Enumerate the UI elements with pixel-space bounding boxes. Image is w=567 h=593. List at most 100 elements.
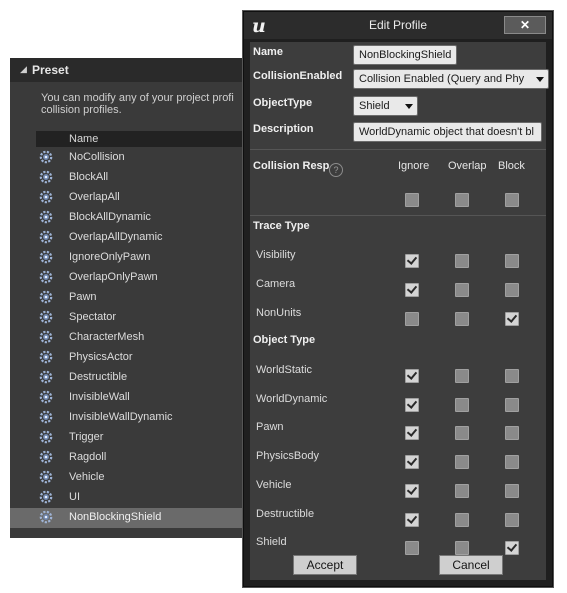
help-icon[interactable]: ? — [329, 163, 343, 177]
name-field[interactable]: NonBlockingShield — [353, 45, 457, 65]
ignore-checkbox[interactable] — [405, 369, 419, 383]
ignore-checkbox[interactable] — [405, 426, 419, 440]
preset-item-label: Destructible — [69, 371, 128, 383]
collapse-triangle-icon[interactable]: ◢ — [20, 64, 27, 75]
ignore-checkbox[interactable] — [405, 455, 419, 469]
overlap-checkbox[interactable] — [455, 513, 469, 527]
ignore-checkbox[interactable] — [405, 513, 419, 527]
chevron-down-icon — [405, 104, 413, 109]
preset-list-item[interactable]: Vehicle — [10, 468, 246, 488]
gear-icon — [39, 470, 53, 484]
block-checkbox[interactable] — [505, 541, 519, 555]
ignore-checkbox[interactable] — [405, 484, 419, 498]
preset-list-item[interactable]: BlockAll — [10, 168, 246, 188]
preset-list-item[interactable]: CharacterMesh — [10, 328, 246, 348]
ignore-checkbox[interactable] — [405, 283, 419, 297]
object-row-label: Destructible — [256, 508, 315, 520]
overlap-checkbox[interactable] — [455, 283, 469, 297]
block-checkbox[interactable] — [505, 398, 519, 412]
preset-list-item[interactable]: NonBlockingShield — [10, 508, 246, 528]
edit-profile-dialog: u Edit Profile ✕ Name NonBlockingShield … — [243, 11, 553, 587]
preset-header[interactable]: ◢ Preset — [10, 58, 246, 82]
overlap-checkbox[interactable] — [455, 398, 469, 412]
block-column-label: Block — [498, 160, 525, 172]
close-button[interactable]: ✕ — [504, 16, 546, 34]
cancel-button[interactable]: Cancel — [439, 555, 503, 575]
preset-item-label: Ragdoll — [69, 451, 107, 463]
object-type-label: ObjectType — [253, 97, 313, 109]
ignore-checkbox[interactable] — [405, 398, 419, 412]
preset-list-item[interactable]: NoCollision — [10, 148, 246, 168]
preset-item-label: NoCollision — [69, 151, 125, 163]
ignore-checkbox[interactable] — [405, 254, 419, 268]
preset-item-label: BlockAll — [69, 171, 109, 183]
overlap-checkbox[interactable] — [455, 455, 469, 469]
overlap-checkbox[interactable] — [455, 484, 469, 498]
preset-item-label: OverlapOnlyPawn — [69, 271, 158, 283]
divider — [250, 149, 546, 150]
preset-item-label: Pawn — [69, 291, 97, 303]
preset-list-item[interactable]: InvisibleWallDynamic — [10, 408, 246, 428]
preset-list-item[interactable]: OverlapAllDynamic — [10, 228, 246, 248]
preset-list-item[interactable]: PhysicsActor — [10, 348, 246, 368]
gear-icon — [39, 350, 53, 364]
accept-button[interactable]: Accept — [293, 555, 357, 575]
dialog-titlebar[interactable]: u Edit Profile ✕ — [244, 12, 552, 39]
block-checkbox[interactable] — [505, 312, 519, 326]
trace-row-label: Visibility — [256, 249, 296, 261]
ignore-checkbox[interactable] — [405, 312, 419, 326]
preset-item-label: BlockAllDynamic — [69, 211, 151, 223]
preset-list-item[interactable]: OverlapOnlyPawn — [10, 268, 246, 288]
preset-list-item[interactable]: IgnoreOnlyPawn — [10, 248, 246, 268]
overlap-checkbox[interactable] — [455, 312, 469, 326]
gear-icon — [39, 150, 53, 164]
gear-icon — [39, 290, 53, 304]
block-checkbox[interactable] — [505, 455, 519, 469]
block-checkbox[interactable] — [505, 283, 519, 297]
gear-icon — [39, 270, 53, 284]
gear-icon — [39, 330, 53, 344]
collision-enabled-value: Collision Enabled (Query and Phy — [359, 73, 525, 85]
gear-icon — [39, 310, 53, 324]
ignore-column-label: Ignore — [398, 160, 430, 172]
preset-title: Preset — [32, 63, 69, 77]
name-label: Name — [253, 46, 283, 58]
overlap-checkbox[interactable] — [455, 426, 469, 440]
preset-list-item[interactable]: BlockAllDynamic — [10, 208, 246, 228]
block-checkbox[interactable] — [505, 426, 519, 440]
object-row-label: Pawn — [256, 421, 284, 433]
ignore-checkbox[interactable] — [405, 541, 419, 555]
preset-description: You can modify any of your project profi… — [41, 92, 246, 116]
preset-item-label: IgnoreOnlyPawn — [69, 251, 151, 263]
overlap-checkbox[interactable] — [455, 254, 469, 268]
block-checkbox[interactable] — [505, 254, 519, 268]
block-checkbox[interactable] — [505, 369, 519, 383]
preset-list-item[interactable]: Destructible — [10, 368, 246, 388]
overlap-checkbox[interactable] — [455, 193, 469, 207]
preset-list-item[interactable]: Pawn — [10, 288, 246, 308]
description-field[interactable]: WorldDynamic object that doesn't bl — [353, 122, 542, 142]
preset-item-label: OverlapAll — [69, 191, 120, 203]
object-type-value: Shield — [359, 100, 390, 112]
overlap-checkbox[interactable] — [455, 541, 469, 555]
ignore-checkbox[interactable] — [405, 193, 419, 207]
preset-list-item[interactable]: UI — [10, 488, 246, 508]
preset-list-item[interactable]: OverlapAll — [10, 188, 246, 208]
overlap-checkbox[interactable] — [455, 369, 469, 383]
gear-icon — [39, 230, 53, 244]
preset-list-item[interactable]: Ragdoll — [10, 448, 246, 468]
preset-list-item[interactable]: Spectator — [10, 308, 246, 328]
collision-enabled-dropdown[interactable]: Collision Enabled (Query and Phy — [353, 69, 549, 89]
block-checkbox[interactable] — [505, 513, 519, 527]
preset-item-label: CharacterMesh — [69, 331, 145, 343]
trace-row-label: NonUnits — [256, 307, 302, 319]
preset-list-item[interactable]: Trigger — [10, 428, 246, 448]
preset-list-item[interactable]: InvisibleWall — [10, 388, 246, 408]
preset-item-label: UI — [69, 491, 80, 503]
block-checkbox[interactable] — [505, 193, 519, 207]
gear-icon — [39, 250, 53, 264]
name-column-header[interactable]: Name — [36, 131, 246, 147]
gear-icon — [39, 450, 53, 464]
object-type-dropdown[interactable]: Shield — [353, 96, 418, 116]
block-checkbox[interactable] — [505, 484, 519, 498]
